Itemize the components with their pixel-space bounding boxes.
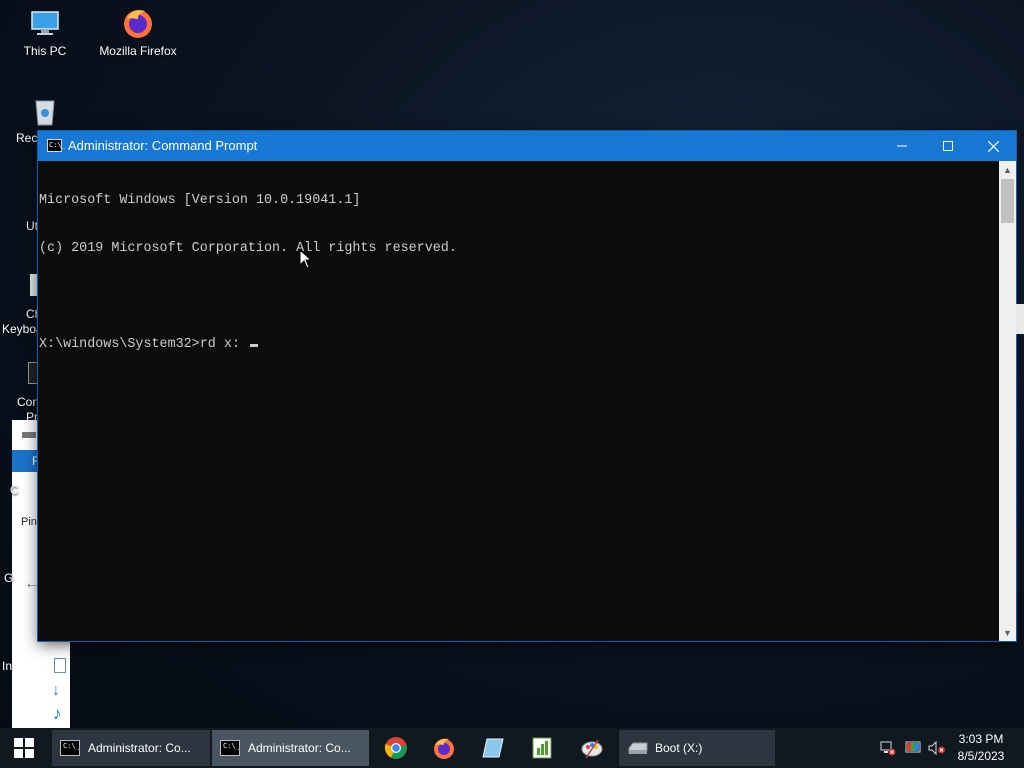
paint-icon <box>581 739 603 759</box>
taskbar-clock[interactable]: 3:03 PM 8/5/2023 <box>948 731 1014 765</box>
taskbar-item-boot-drive[interactable]: Boot (X:) <box>619 730 775 766</box>
taskbar: C:\_ Administrator: Co... C:\_ Administr… <box>0 728 1024 768</box>
window-titlebar[interactable]: C:\_ Administrator: Command Prompt <box>38 131 1016 161</box>
firefox-icon <box>121 6 155 40</box>
start-button[interactable] <box>0 728 48 768</box>
taskbar-pin-chrome[interactable] <box>382 734 410 762</box>
spreadsheet-icon <box>532 737 552 759</box>
minimize-button[interactable] <box>879 131 925 161</box>
downloads-icon[interactable]: ↓ <box>52 682 60 700</box>
desktop-label-partial: In <box>2 659 13 673</box>
scroll-up-button[interactable]: ▲ <box>999 161 1016 178</box>
recycle-bin-icon <box>28 95 62 129</box>
computer-icon <box>28 6 62 40</box>
firefox-icon <box>434 738 454 759</box>
desktop-icon-partial[interactable] <box>30 274 38 296</box>
taskbar-pin-spreadsheet[interactable] <box>528 734 556 762</box>
console-prompt-text: X:\windows\System32>rd x: <box>39 337 248 352</box>
volume-muted-icon <box>928 741 945 755</box>
taskbar-pin-notepad[interactable] <box>479 734 507 762</box>
desktop-label-partial: Keyboa <box>2 322 43 336</box>
scroll-down-button[interactable]: ▼ <box>999 624 1016 641</box>
partial-window-edge[interactable] <box>1016 304 1024 334</box>
pin-label: Pin <box>21 516 37 528</box>
desktop-icon-partial[interactable] <box>28 362 38 384</box>
desktop-label-partial: Ut <box>26 219 38 233</box>
minimize-icon <box>897 145 907 147</box>
clock-date: 8/5/2023 <box>957 749 1005 763</box>
desktop-icon-this-pc[interactable]: This PC <box>0 6 90 58</box>
tray-display-icon[interactable] <box>904 740 922 756</box>
maximize-button[interactable] <box>925 131 971 161</box>
music-icon[interactable]: ♪ <box>53 704 62 724</box>
console-prompt-line[interactable]: X:\windows\System32>rd x: <box>38 337 999 353</box>
taskbar-pin-firefox[interactable] <box>430 734 458 762</box>
command-prompt-window[interactable]: C:\_ Administrator: Command Prompt Micro… <box>38 131 1016 641</box>
desktop-label-partial: G <box>4 571 14 585</box>
desktop-icon-label: This PC <box>23 44 67 58</box>
scroll-thumb[interactable] <box>1001 179 1014 223</box>
taskbar-pin-paint[interactable] <box>578 734 606 762</box>
network-disconnected-icon <box>880 741 896 756</box>
desktop-icon-label: Mozilla Firefox <box>99 44 177 58</box>
maximize-icon <box>943 141 953 151</box>
text-cursor <box>249 344 258 347</box>
desktop-label-partial: Con <box>17 395 40 409</box>
taskbar-item-command-prompt-active[interactable]: C:\_ Administrator: Co... <box>212 730 369 766</box>
close-icon <box>987 140 999 152</box>
desktop-icon-firefox[interactable]: Mozilla Firefox <box>93 6 183 58</box>
tray-volume-icon[interactable] <box>928 740 946 756</box>
window-title: Administrator: Command Prompt <box>68 138 258 153</box>
chrome-icon <box>384 737 407 759</box>
taskbar-item-label: Administrator: Co... <box>248 741 351 755</box>
taskbar-item-label: Administrator: Co... <box>88 741 191 755</box>
desktop-label-partial: C <box>10 483 19 497</box>
close-button[interactable] <box>970 131 1016 161</box>
clock-time: 3:03 PM <box>958 732 1004 746</box>
drive-icon <box>22 432 36 438</box>
mouse-pointer-icon <box>299 249 313 269</box>
display-color-icon <box>905 741 921 753</box>
console-line: (c) 2019 Microsoft Corporation. All righ… <box>39 241 457 256</box>
taskbar-item-label: Boot (X:) <box>655 741 703 755</box>
command-prompt-icon: C:\_ <box>47 139 66 152</box>
command-prompt-icon: C:\_ <box>60 740 80 756</box>
console-output[interactable]: Microsoft Windows [Version 10.0.19041.1]… <box>38 161 999 641</box>
drive-icon <box>628 742 648 754</box>
desktop-icon-recycle-bin[interactable] <box>0 95 90 133</box>
taskbar-item-command-prompt[interactable]: C:\_ Administrator: Co... <box>52 730 210 766</box>
vertical-scrollbar[interactable]: ▲ ▼ <box>999 161 1016 641</box>
windows-logo-icon <box>14 738 34 758</box>
notepad-icon <box>482 738 504 758</box>
document-icon[interactable] <box>54 658 66 673</box>
console-line: Microsoft Windows [Version 10.0.19041.1] <box>39 193 361 208</box>
tray-network-icon[interactable] <box>879 740 897 756</box>
command-prompt-icon: C:\_ <box>220 740 240 756</box>
